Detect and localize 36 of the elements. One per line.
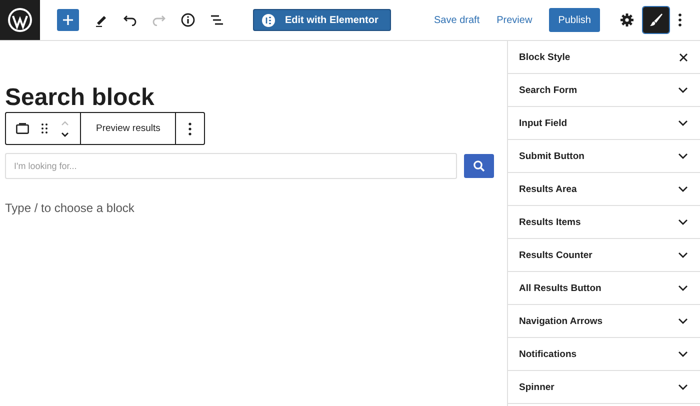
- edit-with-elementor-button[interactable]: Edit with Elementor: [253, 9, 392, 31]
- pen-icon[interactable]: [94, 13, 108, 27]
- panel-section[interactable]: Spinner: [508, 371, 700, 404]
- info-icon[interactable]: [181, 13, 195, 27]
- search-button[interactable]: [464, 154, 494, 178]
- drag-handle-icon[interactable]: [41, 123, 48, 134]
- panel-section[interactable]: Results Area: [508, 173, 700, 206]
- brush-button[interactable]: [643, 7, 669, 33]
- save-draft-link[interactable]: Save draft: [434, 14, 480, 26]
- panel-section[interactable]: Input Field: [508, 107, 700, 140]
- panel-section[interactable]: Search Form: [508, 74, 700, 107]
- plus-icon: [62, 14, 74, 26]
- block-appender-hint[interactable]: Type / to choose a block: [5, 201, 501, 215]
- elementor-icon: [262, 14, 275, 26]
- panel-section[interactable]: Results Counter: [508, 239, 700, 272]
- more-options-icon[interactable]: [188, 122, 192, 136]
- publish-button[interactable]: Publish: [549, 8, 600, 32]
- panel-section[interactable]: All Results Button: [508, 272, 700, 305]
- undo-icon[interactable]: [123, 14, 137, 26]
- page-heading: Search block: [5, 85, 154, 111]
- list-view-icon[interactable]: [210, 14, 224, 26]
- more-options-icon[interactable]: [678, 13, 682, 27]
- close-icon[interactable]: [679, 52, 688, 62]
- block-icon[interactable]: [16, 123, 29, 134]
- brush-icon: [649, 13, 663, 27]
- search-field[interactable]: I'm looking for...: [5, 153, 457, 179]
- panel-section[interactable]: Navigation Arrows: [508, 305, 700, 338]
- wordpress-logo[interactable]: [0, 0, 40, 40]
- sidebar-title: Block Style: [519, 52, 570, 62]
- panel-section[interactable]: Results Items: [508, 206, 700, 239]
- panel-section[interactable]: Submit Button: [508, 140, 700, 173]
- search-icon: [473, 160, 485, 172]
- add-block-button[interactable]: [57, 9, 79, 31]
- panel-section[interactable]: Notifications: [508, 338, 700, 371]
- preview-link[interactable]: Preview: [496, 14, 532, 26]
- gear-icon: [620, 13, 634, 27]
